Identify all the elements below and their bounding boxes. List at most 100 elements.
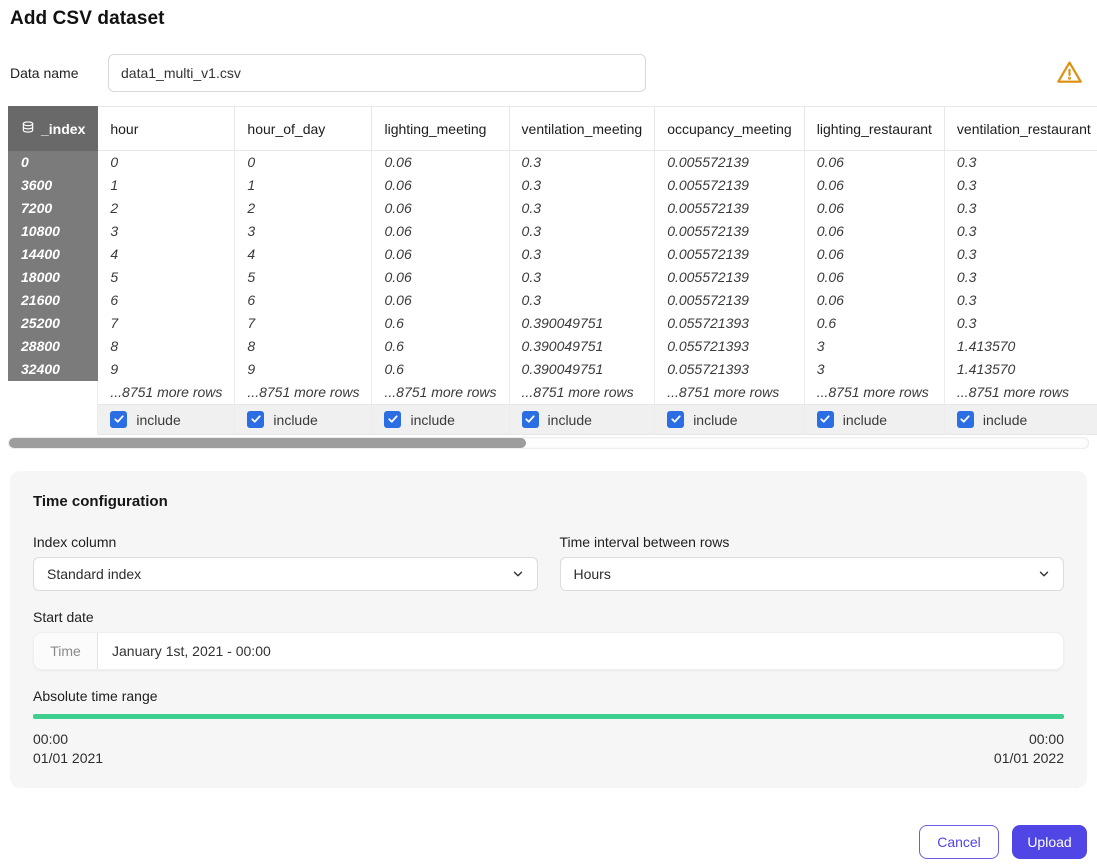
data-cell: 4 (235, 243, 372, 266)
data-cell: 3 (98, 220, 235, 243)
index-cell: 0 (9, 151, 98, 174)
horizontal-scrollbar[interactable] (8, 437, 1089, 449)
checkmark-icon (524, 412, 536, 428)
data-cell: 3 (235, 220, 372, 243)
include-cell: include (235, 405, 372, 435)
index-cell-empty (9, 405, 98, 435)
data-cell: 0.390049751 (509, 335, 655, 358)
time-configuration-card: Time configuration Index column Standard… (10, 471, 1087, 788)
data-cell: 0.3 (944, 243, 1097, 266)
index-cell: 21600 (9, 289, 98, 312)
data-cell: 5 (235, 266, 372, 289)
page-title: Add CSV dataset (0, 0, 1097, 30)
data-cell: 0.3 (509, 197, 655, 220)
column-header-ventilation_meeting: ventilation_meeting (509, 107, 655, 151)
index-column-selected-value: Standard index (47, 566, 141, 582)
time-interval-label: Time interval between rows (560, 534, 1065, 550)
data-cell: 0.005572139 (655, 243, 805, 266)
include-checkbox-hour[interactable] (110, 411, 127, 428)
checkmark-icon (250, 412, 262, 428)
start-date-prefix: Time (34, 633, 98, 669)
data-cell: 0.055721393 (655, 335, 805, 358)
include-label: include (410, 412, 454, 428)
data-cell: 7 (235, 312, 372, 335)
include-cell: include (944, 405, 1097, 435)
data-cell: 0.3 (509, 151, 655, 174)
data-cell: 0.06 (804, 289, 944, 312)
more-rows-cell: ...8751 more rows (804, 381, 944, 405)
data-cell: 0.06 (804, 174, 944, 197)
more-rows-cell: ...8751 more rows (655, 381, 805, 405)
data-cell: 9 (235, 358, 372, 381)
data-cell: 2 (98, 197, 235, 220)
data-cell: 1.413570 (944, 358, 1097, 381)
data-cell: 0.06 (804, 220, 944, 243)
upload-button[interactable]: Upload (1012, 825, 1087, 859)
checkmark-icon (387, 412, 399, 428)
time-interval-selected-value: Hours (574, 566, 611, 582)
start-date-input[interactable]: Time January 1st, 2021 - 00:00 (33, 632, 1064, 670)
index-cell: 28800 (9, 335, 98, 358)
data-cell: 0.06 (372, 243, 509, 266)
include-cell: include (372, 405, 509, 435)
data-cell: 0.055721393 (655, 358, 805, 381)
data-cell: 0.06 (372, 220, 509, 243)
checkmark-icon (959, 412, 971, 428)
data-cell: 0.005572139 (655, 289, 805, 312)
index-cell: 7200 (9, 197, 98, 220)
column-header-lighting_restaurant: lighting_restaurant (804, 107, 944, 151)
include-checkbox-ventilation_meeting[interactable] (522, 411, 539, 428)
data-cell: 3 (804, 358, 944, 381)
data-cell: 0.6 (372, 312, 509, 335)
data-name-input[interactable] (108, 54, 646, 92)
data-name-row: Data name (10, 54, 1097, 92)
horizontal-scrollbar-thumb[interactable] (9, 438, 526, 448)
include-row: include include include include include inclu… (9, 405, 1097, 435)
include-label: include (548, 412, 592, 428)
time-range-end: 00:00 01/01 2022 (994, 730, 1064, 768)
time-interval-select[interactable]: Hours (560, 557, 1065, 591)
chevron-down-icon (1037, 567, 1051, 581)
data-cell: 0.06 (372, 174, 509, 197)
data-cell: 6 (98, 289, 235, 312)
include-checkbox-lighting_restaurant[interactable] (817, 411, 834, 428)
table-row: 3600110.060.30.0055721390.060.3 (9, 174, 1097, 197)
data-cell: 0.6 (372, 358, 509, 381)
data-cell: 4 (98, 243, 235, 266)
include-label: include (693, 412, 737, 428)
table-row: 21600660.060.30.0055721390.060.3 (9, 289, 1097, 312)
index-column-select[interactable]: Standard index (33, 557, 538, 591)
data-cell: 0.3 (509, 243, 655, 266)
start-date-value[interactable]: January 1st, 2021 - 00:00 (98, 633, 1063, 669)
start-date-label: Start date (33, 609, 1064, 625)
data-cell: 0.3 (944, 289, 1097, 312)
include-checkbox-lighting_meeting[interactable] (384, 411, 401, 428)
data-cell: 0 (235, 151, 372, 174)
cancel-button[interactable]: Cancel (919, 825, 999, 859)
checkmark-icon (670, 412, 682, 428)
data-cell: 0.06 (804, 243, 944, 266)
data-cell: 0.390049751 (509, 312, 655, 335)
time-range-bar (33, 714, 1064, 719)
include-label: include (983, 412, 1027, 428)
include-label: include (136, 412, 180, 428)
data-cell: 0.3 (944, 266, 1097, 289)
table-row: 14400440.060.30.0055721390.060.3 (9, 243, 1097, 266)
include-checkbox-occupancy_meeting[interactable] (667, 411, 684, 428)
data-cell: 0.06 (372, 266, 509, 289)
include-checkbox-hour_of_day[interactable] (247, 411, 264, 428)
data-cell: 0.005572139 (655, 197, 805, 220)
data-cell: 0.005572139 (655, 151, 805, 174)
data-cell: 0.06 (804, 197, 944, 220)
more-rows-row: ...8751 more rows...8751 more rows...875… (9, 381, 1097, 405)
include-checkbox-ventilation_restaurant[interactable] (957, 411, 974, 428)
index-column-header: _index (9, 107, 98, 151)
index-cell-empty (9, 381, 98, 405)
data-cell: 5 (98, 266, 235, 289)
index-cell: 14400 (9, 243, 98, 266)
data-cell: 0.3 (509, 174, 655, 197)
more-rows-cell: ...8751 more rows (235, 381, 372, 405)
database-icon (21, 120, 35, 137)
data-cell: 0.3 (509, 266, 655, 289)
table-row: 10800330.060.30.0055721390.060.3 (9, 220, 1097, 243)
